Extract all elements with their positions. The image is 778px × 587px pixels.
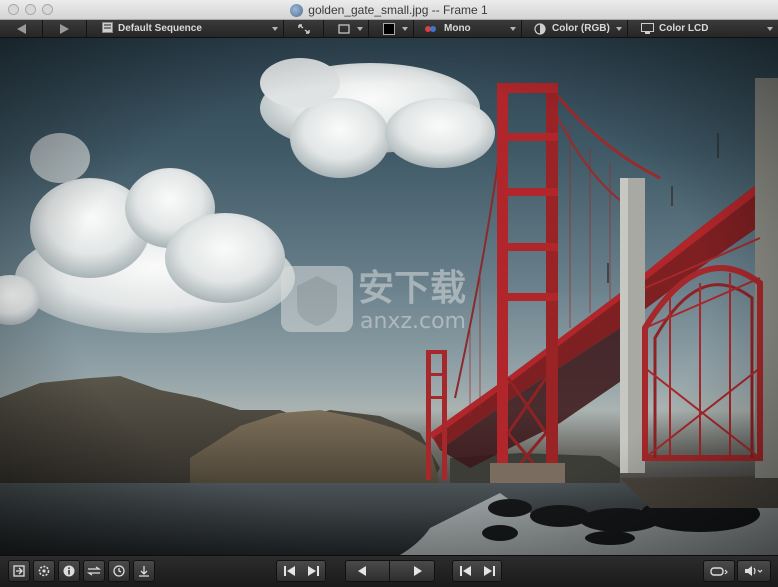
play-group (345, 560, 435, 582)
channel-label: Mono (444, 23, 471, 34)
watermark-domain-text: anxz.com (360, 309, 466, 334)
frame-icon (338, 23, 350, 34)
back-arrow-icon (16, 23, 26, 34)
display-dropdown[interactable]: Color LCD (628, 20, 778, 37)
step-forward-button[interactable] (307, 566, 319, 576)
step-forward-icon (307, 566, 316, 576)
sequence-dropdown[interactable]: Default Sequence (96, 20, 284, 37)
loop-icon (710, 567, 728, 576)
step-back-button[interactable] (283, 566, 295, 576)
loop-button[interactable] (703, 560, 735, 582)
image-viewer[interactable]: 安下载 anxz.com (0, 38, 778, 555)
display-label: Color LCD (659, 23, 709, 34)
export-icon (13, 565, 25, 577)
forward-button[interactable] (43, 20, 87, 37)
background-color-dropdown[interactable] (369, 20, 414, 37)
fit-icon (297, 23, 310, 34)
go-start-icon (459, 566, 462, 576)
volume-icon (745, 566, 763, 576)
go-end-icon (483, 566, 492, 576)
go-to-group (452, 560, 502, 582)
timer-icon (113, 565, 125, 577)
display-icon (641, 23, 654, 34)
title-bar: golden_gate_small.jpg -- Frame 1 (0, 0, 778, 20)
play-reverse-button[interactable] (357, 566, 366, 576)
window-title: golden_gate_small.jpg -- Frame 1 (308, 3, 488, 17)
document-proxy-icon (290, 3, 304, 17)
go-end-button[interactable] (483, 566, 495, 576)
timer-button[interactable] (108, 560, 130, 582)
step-frame-group (276, 560, 326, 582)
color-space-label: Color (RGB) (552, 23, 610, 34)
fit-button[interactable] (284, 20, 324, 37)
divider (389, 561, 391, 581)
toolbar: Default Sequence Mono Color (RGB) Color … (0, 20, 778, 38)
forward-arrow-icon (60, 23, 69, 34)
watermark-cn-text: 安下载 (358, 268, 466, 309)
sequence-label: Default Sequence (118, 23, 202, 34)
swap-icon (87, 566, 101, 576)
chevron-down-icon (767, 27, 773, 31)
photo-golden-gate: 安下载 anxz.com (0, 38, 778, 555)
info-button[interactable] (58, 560, 80, 582)
info-icon (63, 565, 75, 577)
step-back-icon (283, 566, 286, 576)
baseline-icon (139, 566, 149, 577)
frame-dropdown[interactable] (324, 20, 369, 37)
swap-button[interactable] (83, 560, 105, 582)
channel-dropdown[interactable]: Mono (414, 20, 522, 37)
bottom-bar (0, 555, 778, 587)
back-button[interactable] (0, 20, 43, 37)
chevron-down-icon (272, 27, 278, 31)
watermark: 安下载 anxz.com (281, 266, 466, 334)
swatch-icon (383, 22, 395, 35)
play-forward-button[interactable] (414, 566, 423, 576)
chevron-down-icon (616, 27, 622, 31)
volume-button[interactable] (737, 560, 771, 582)
color-space-icon (534, 22, 546, 35)
chevron-down-icon (402, 27, 408, 31)
chevron-down-icon (357, 27, 363, 31)
go-start-button[interactable] (459, 566, 471, 576)
export-button[interactable] (8, 560, 30, 582)
color-space-dropdown[interactable]: Color (RGB) (522, 20, 628, 37)
chevron-down-icon (510, 27, 516, 31)
settings-button[interactable] (33, 560, 55, 582)
window-title-area: golden_gate_small.jpg -- Frame 1 (0, 0, 778, 20)
settings-icon (38, 565, 50, 577)
channels-icon (425, 25, 436, 32)
sequence-icon (102, 21, 113, 36)
baseline-button[interactable] (133, 560, 155, 582)
